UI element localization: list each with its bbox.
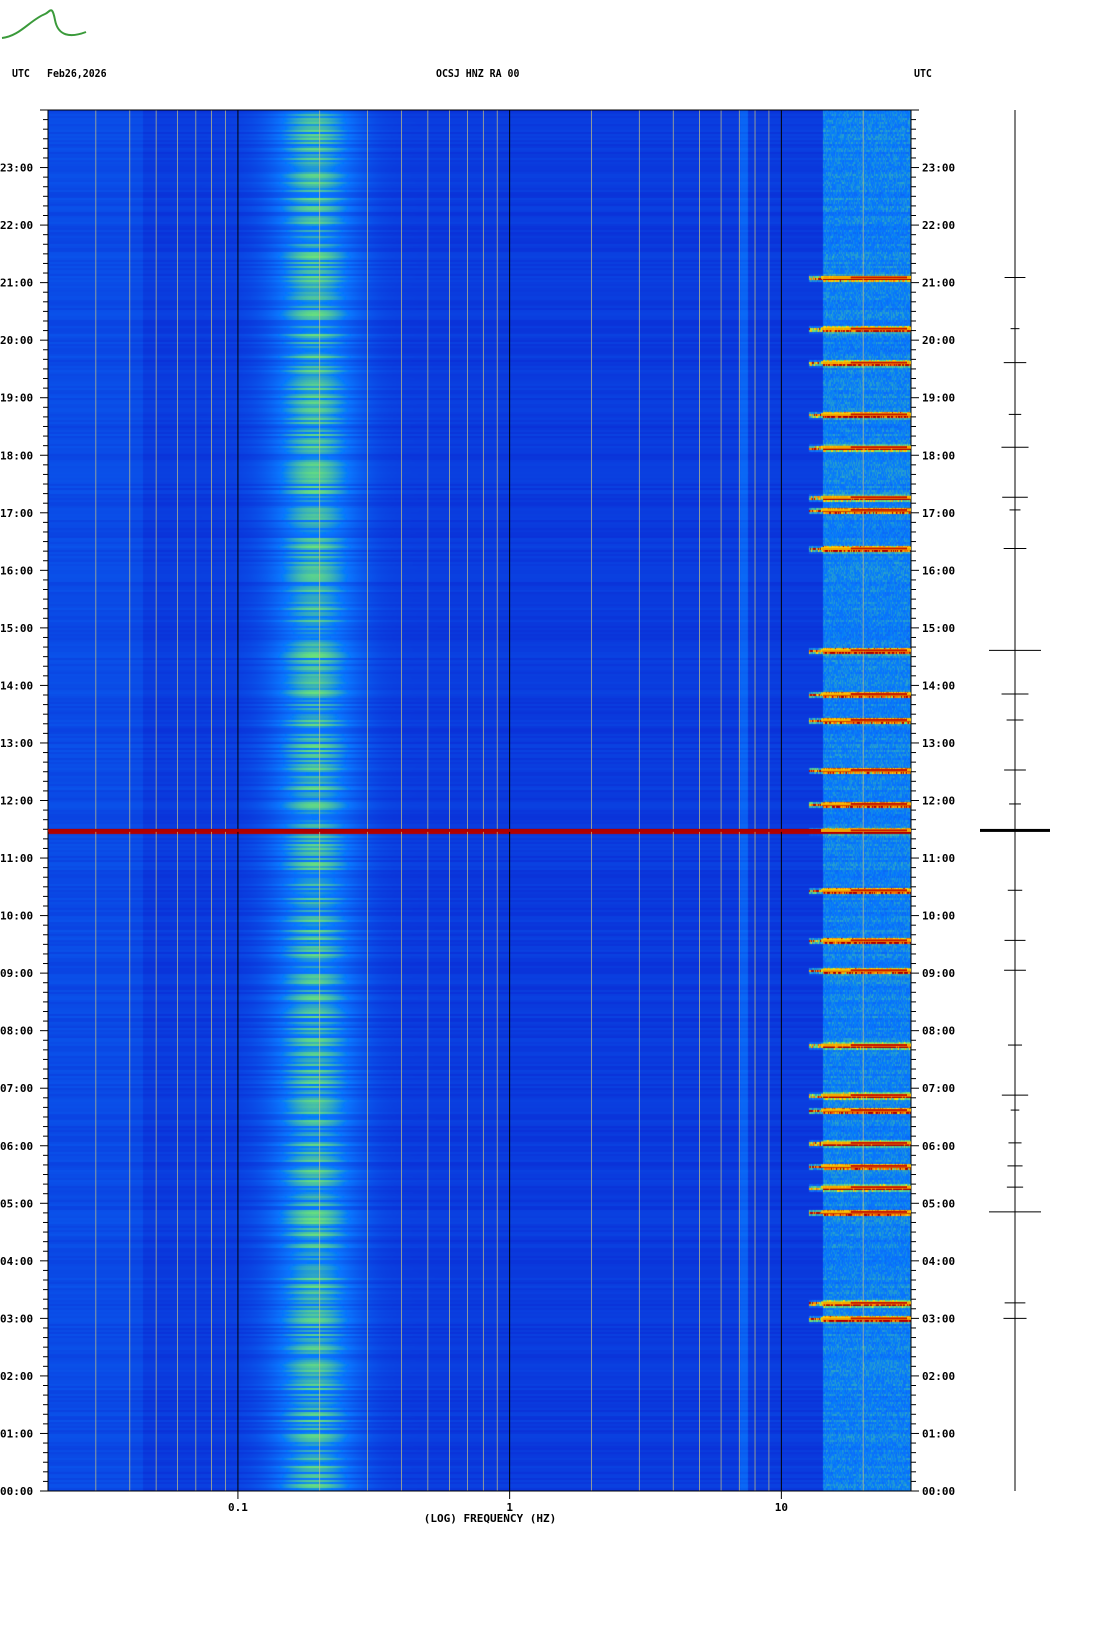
event-core-mark [850, 802, 907, 805]
y-tick-label-right: 13:00 [922, 737, 955, 750]
y-tick-label-right: 06:00 [922, 1140, 955, 1153]
y-tick-label-right: 08:00 [922, 1025, 955, 1038]
event-core-mark [850, 276, 907, 279]
y-tick-label-right: 03:00 [922, 1312, 955, 1325]
event-core-mark [850, 718, 907, 721]
y-tick-label-left: 21:00 [0, 277, 33, 290]
y-tick-label-right: 04:00 [922, 1255, 955, 1268]
y-tick-label-left: 14:00 [0, 679, 33, 692]
y-tick-label-left: 20:00 [0, 334, 33, 347]
event-core-mark [850, 361, 907, 364]
y-tick-label-right: 00:00 [922, 1485, 955, 1498]
event-core-mark [850, 446, 907, 449]
y-tick-label-left: 22:00 [0, 219, 33, 232]
y-tick-label-left: 05:00 [0, 1197, 33, 1210]
event-core-mark [850, 327, 907, 330]
y-tick-label-right: 16:00 [922, 564, 955, 577]
y-tick-label-right: 21:00 [922, 277, 955, 290]
y-tick-label-left: 07:00 [0, 1082, 33, 1095]
event-core-mark [850, 547, 907, 550]
chart-overlay: 0.1 1 10(LOG) FREQUENCY (HZ)00:00 00:0001:0… [0, 109, 1050, 1525]
y-tick-label-left: 15:00 [0, 622, 33, 635]
x-axis-label: (LOG) FREQUENCY (HZ) [424, 1512, 556, 1525]
y-tick-label-left: 12:00 [0, 795, 33, 808]
y-tick-label-right: 05:00 [922, 1197, 955, 1210]
y-tick-label-right: 10:00 [922, 910, 955, 923]
y-tick-label-right: 19:00 [922, 392, 955, 405]
y-tick-label-left: 03:00 [0, 1312, 33, 1325]
y-tick-label-right: 12:00 [922, 795, 955, 808]
y-tick-label-left: 08:00 [0, 1025, 33, 1038]
event-core-mark [850, 1301, 907, 1304]
event-core-mark [850, 496, 907, 499]
y-tick-label-right: 14:00 [922, 679, 955, 692]
event-core-mark [850, 769, 907, 772]
event-core-mark [850, 1210, 907, 1213]
event-core-mark [850, 1186, 907, 1189]
event-core-mark [850, 1044, 907, 1047]
y-tick-label-right: 22:00 [922, 219, 955, 232]
event-core-mark [850, 649, 907, 652]
y-tick-label-left: 17:00 [0, 507, 33, 520]
y-tick-label-left: 00:00 [0, 1485, 33, 1498]
y-tick-label-left: 04:00 [0, 1255, 33, 1268]
event-core-mark [850, 1109, 907, 1112]
y-tick-label-left: 02:00 [0, 1370, 33, 1383]
event-core-mark [850, 1317, 907, 1320]
y-tick-label-left: 23:00 [0, 162, 33, 175]
y-tick-label-left: 13:00 [0, 737, 33, 750]
y-tick-label-left: 01:00 [0, 1427, 33, 1440]
y-tick-label-left: 16:00 [0, 564, 33, 577]
y-tick-label-left: 11:00 [0, 852, 33, 865]
event-core-mark [850, 939, 907, 942]
event-core-mark [850, 1141, 907, 1144]
event-core-mark [850, 413, 907, 416]
y-tick-label-right: 15:00 [922, 622, 955, 635]
event-core-mark [850, 508, 907, 511]
x-tick-label: 10 [775, 1501, 788, 1514]
y-tick-label-right: 02:00 [922, 1370, 955, 1383]
event-core-mark [850, 693, 907, 696]
y-tick-label-right: 20:00 [922, 334, 955, 347]
y-tick-label-right: 01:00 [922, 1427, 955, 1440]
x-tick-label: 0.1 [228, 1501, 248, 1514]
event-core-mark [850, 829, 907, 832]
event-core-mark [850, 969, 907, 972]
seismogram-major-event [980, 828, 1050, 832]
y-tick-label-right: 07:00 [922, 1082, 955, 1095]
y-tick-label-left: 06:00 [0, 1140, 33, 1153]
y-tick-label-left: 19:00 [0, 392, 33, 405]
y-tick-label-right: 09:00 [922, 967, 955, 980]
y-tick-label-right: 23:00 [922, 162, 955, 175]
event-core-mark [850, 1164, 907, 1167]
y-tick-label-left: 09:00 [0, 967, 33, 980]
y-tick-label-right: 18:00 [922, 449, 955, 462]
y-tick-label-right: 11:00 [922, 852, 955, 865]
event-core-mark [850, 889, 907, 892]
event-core-mark [850, 1094, 907, 1097]
y-tick-label-left: 18:00 [0, 449, 33, 462]
y-tick-label-left: 10:00 [0, 910, 33, 923]
y-tick-label-right: 17:00 [922, 507, 955, 520]
